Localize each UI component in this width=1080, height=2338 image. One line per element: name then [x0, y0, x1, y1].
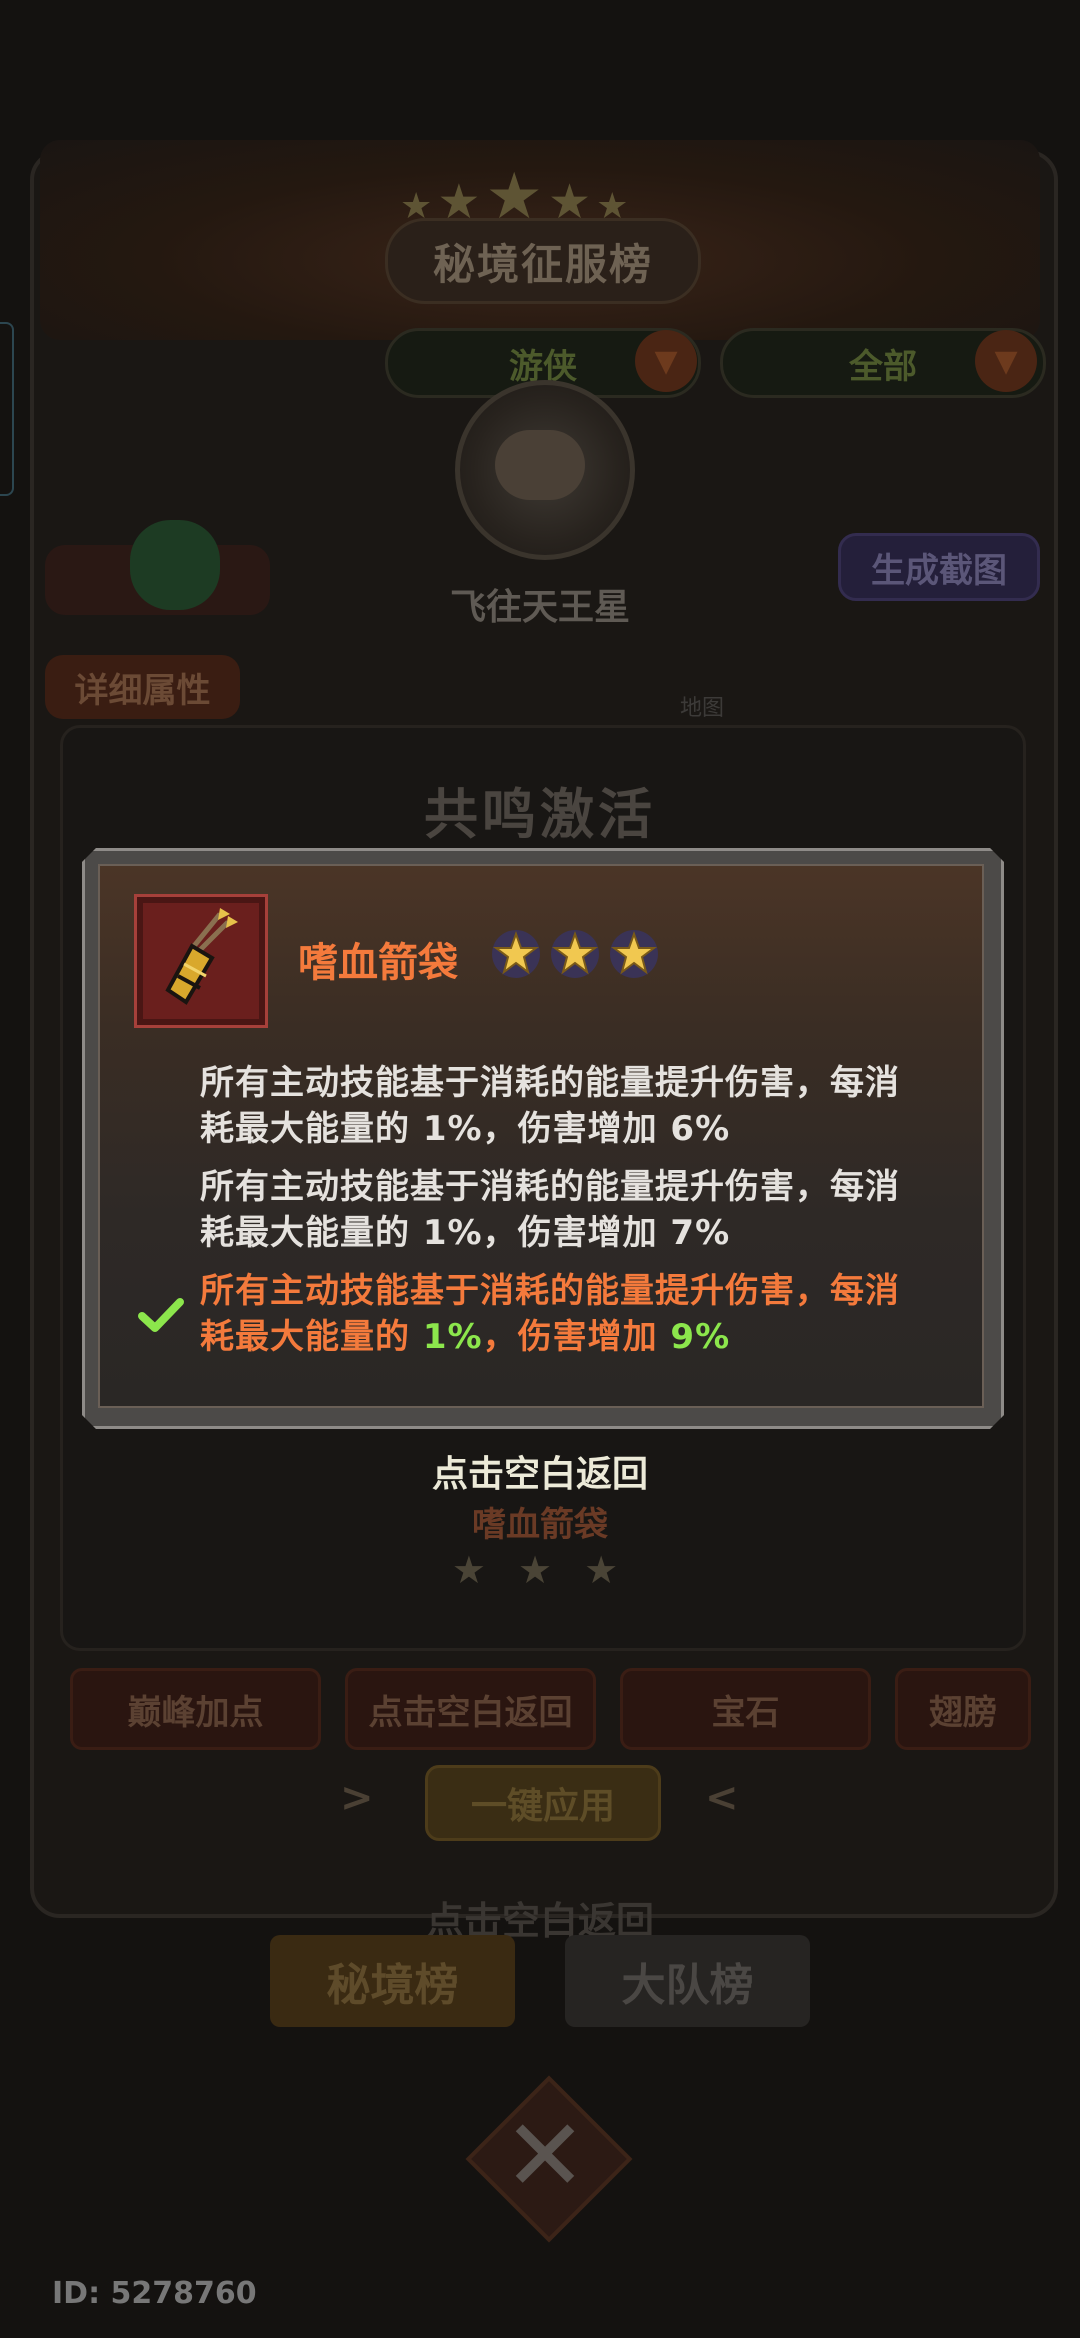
chevron-down-icon[interactable]: ▼: [635, 330, 697, 392]
scope-dropdown-label: 全部: [849, 346, 917, 387]
under-item-name: 嗜血箭袋: [472, 1505, 608, 1545]
tab-gems[interactable]: 宝石: [620, 1668, 871, 1750]
tab-return[interactable]: 点击空白返回: [345, 1668, 596, 1750]
tab-peak-points[interactable]: 巅峰加点: [70, 1668, 321, 1750]
effect-text-1b: 耗最大能量的 1%，伤害增加 6%: [200, 1109, 731, 1149]
close-icon[interactable]: ✕: [490, 2097, 600, 2214]
effect-text-3a: 所有主动技能基于消耗的能量提升伤害，每消: [200, 1271, 900, 1311]
effect-line-tier-1: 所有主动技能基于消耗的能量提升伤害，每消 耗最大能量的 1%，伤害增加 6%: [200, 1060, 940, 1152]
return-hint[interactable]: 点击空白返回: [0, 1445, 1080, 1497]
side-panel-edge: [0, 322, 14, 496]
map-label: 地图: [680, 696, 725, 721]
tab-team-rank[interactable]: 大队榜: [565, 1935, 810, 2027]
player-id: ID: 5278760: [52, 2276, 257, 2311]
leaderboard-title: 秘境征服榜: [385, 218, 701, 304]
star-icon: [492, 930, 540, 978]
resonance-title: 共鸣激活: [424, 783, 656, 846]
checkmark-icon: [138, 1298, 184, 1332]
detail-tab[interactable]: 详细属性: [45, 655, 240, 719]
effect-text-1a: 所有主动技能基于消耗的能量提升伤害，每消: [200, 1063, 900, 1103]
effect-text-2a: 所有主动技能基于消耗的能量提升伤害，每消: [200, 1167, 900, 1207]
item-name: 嗜血箭袋: [298, 940, 458, 986]
effect-line-tier-2: 所有主动技能基于消耗的能量提升伤害，每消 耗最大能量的 1%，伤害增加 7%: [200, 1164, 940, 1256]
avatar-face: [495, 430, 585, 500]
star-icon: [610, 930, 659, 978]
effect-text-3b: 耗最大能量的 1%，伤害增加 9%: [200, 1317, 731, 1357]
effect-text-2b: 耗最大能量的 1%，伤害增加 7%: [200, 1213, 731, 1253]
tab-secret-realm-rank[interactable]: 秘境榜: [270, 1935, 515, 2027]
under-item-stars: ★ ★ ★: [451, 1548, 629, 1592]
effect-line-tier-3-active: 所有主动技能基于消耗的能量提升伤害，每消 耗最大能量的 1%，伤害增加 9%: [200, 1268, 940, 1360]
arrow-left-icon: <: [705, 1775, 739, 1821]
chevron-down-icon[interactable]: ▼: [975, 330, 1037, 392]
tab-wings[interactable]: 翅膀: [895, 1668, 1031, 1750]
item-slot: [134, 894, 268, 1028]
star-icon: [551, 930, 600, 978]
faint-return-hint: 点击空白返回: [425, 1899, 654, 1943]
apply-all-button[interactable]: 一键应用: [425, 1765, 661, 1841]
item-stars: [490, 928, 662, 984]
screenshot-button[interactable]: 生成截图: [838, 533, 1040, 601]
quiver-icon: [165, 908, 238, 1005]
arrow-right-icon: >: [340, 1775, 374, 1821]
